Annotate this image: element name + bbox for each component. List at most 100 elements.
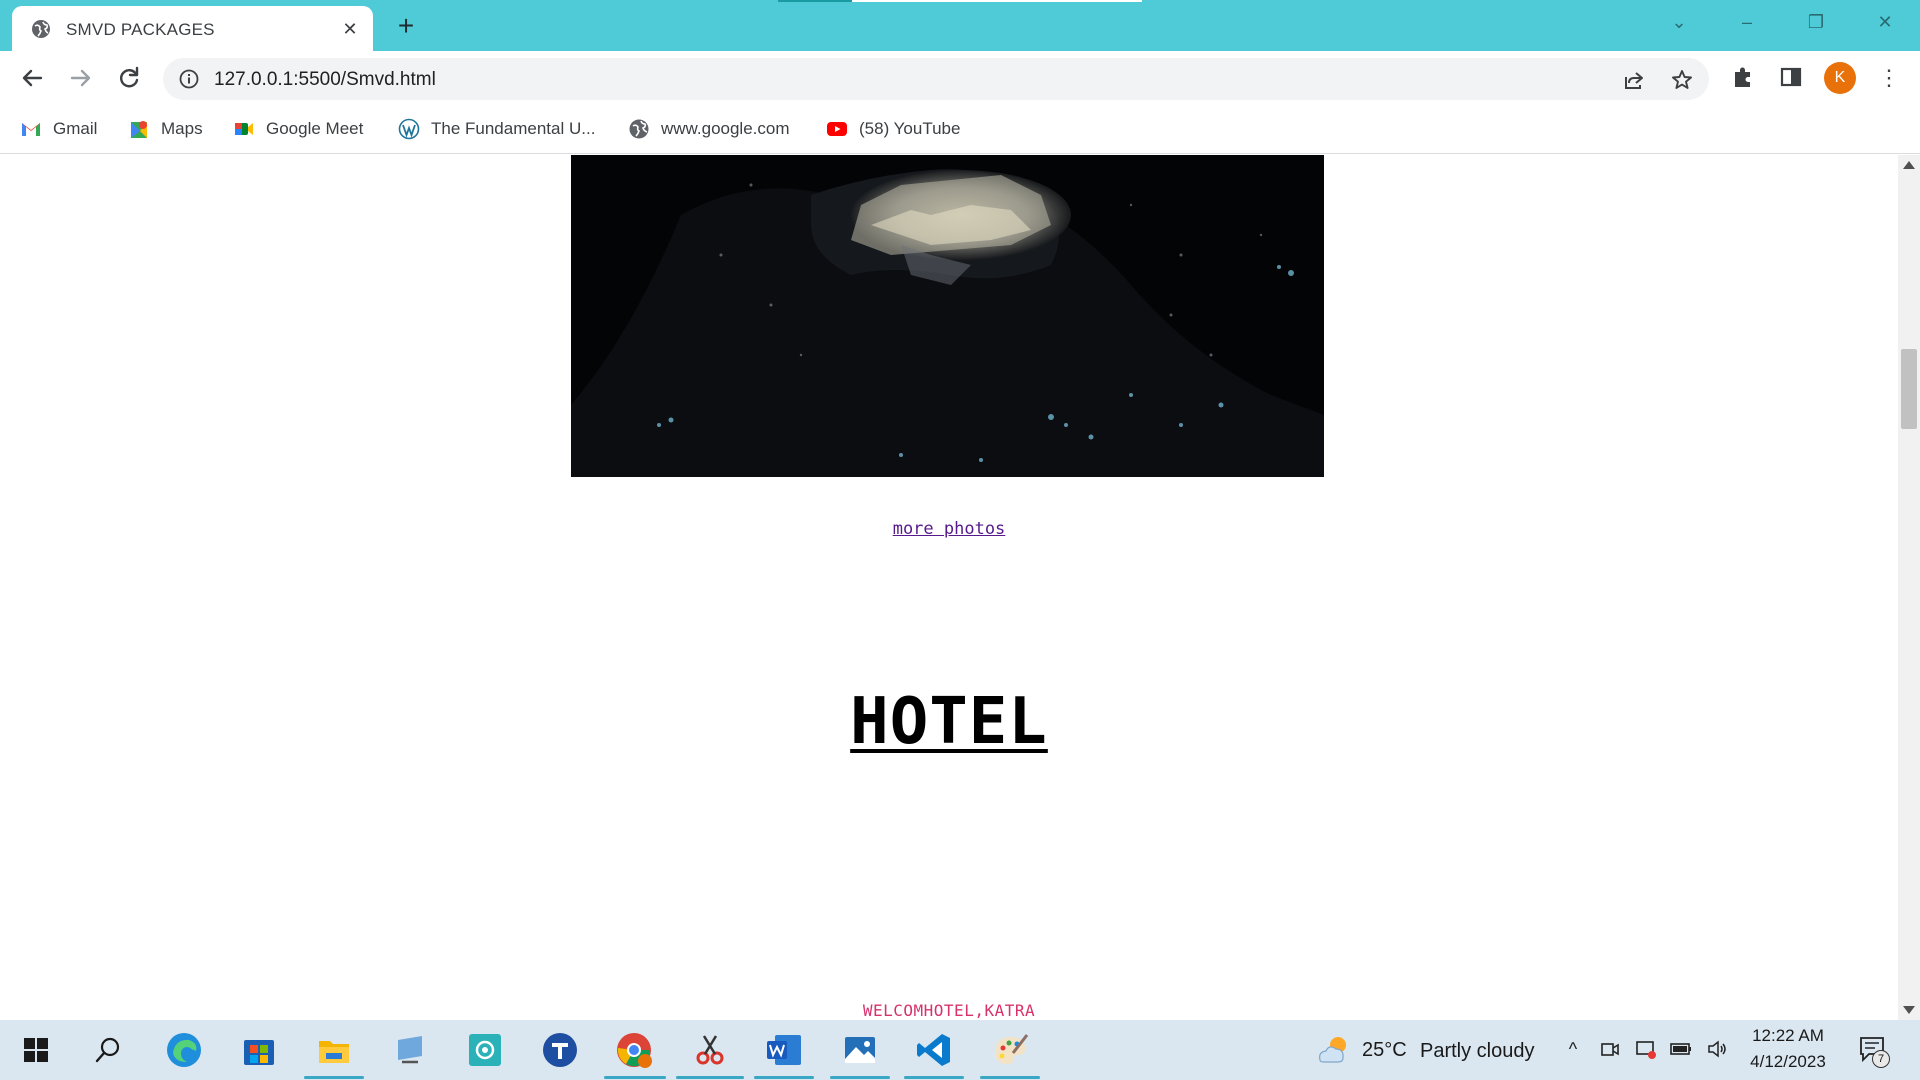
tab-loading-indicator <box>778 0 852 2</box>
taskbar-edge[interactable] <box>164 1030 204 1070</box>
temple-night-photo <box>571 155 1324 477</box>
bookmark-maps[interactable]: Maps <box>128 116 203 142</box>
profile-avatar[interactable]: K <box>1824 62 1856 94</box>
taskbar-vscode[interactable] <box>914 1030 954 1070</box>
side-panel-icon[interactable] <box>1778 64 1804 90</box>
bookmark-label: The Fundamental U... <box>431 119 596 138</box>
store-icon <box>244 1040 274 1065</box>
extensions-puzzle-icon[interactable] <box>1730 64 1756 90</box>
battery-icon[interactable] <box>1670 1038 1692 1060</box>
bookmark-label: www.google.com <box>661 119 790 138</box>
scrollbar-thumb[interactable] <box>1901 349 1917 429</box>
scroll-up-arrow-icon[interactable] <box>1903 161 1915 169</box>
browser-title-bar: SMVD PACKAGES ✕ + ⌄ – ❐ ✕ <box>0 0 1920 51</box>
globe-icon <box>32 20 50 38</box>
taskbar-paint[interactable] <box>990 1030 1030 1070</box>
chrome-icon <box>617 1033 652 1068</box>
photos-icon <box>845 1037 875 1063</box>
bookmarks-bar: Gmail Maps Google Meet The Fundamental U… <box>0 106 1920 154</box>
file-explorer-icon <box>319 1041 349 1063</box>
restore-button[interactable]: ❐ <box>1801 10 1831 34</box>
bookmark-label: Maps <box>161 119 203 138</box>
site-info-icon[interactable] <box>179 69 199 89</box>
snipping-tool-icon <box>696 1035 724 1065</box>
bookmark-gmail[interactable]: Gmail <box>20 116 97 142</box>
bookmark-google[interactable]: www.google.com <box>628 116 790 142</box>
browser-menu-icon[interactable]: ⋮ <box>1878 62 1900 94</box>
meet-now-icon[interactable] <box>1599 1038 1621 1060</box>
close-tab-icon[interactable]: ✕ <box>338 17 362 41</box>
active-app-indicator <box>830 1076 890 1079</box>
globe-icon <box>629 119 649 139</box>
bookmark-label: Gmail <box>53 119 98 138</box>
weather-temperature[interactable]: 25°C <box>1362 1039 1407 1062</box>
taskbar-teams[interactable] <box>540 1030 580 1070</box>
word-icon <box>767 1035 801 1065</box>
partly-cloudy-icon[interactable] <box>1314 1032 1354 1068</box>
taskbar-camera-app[interactable] <box>465 1030 505 1070</box>
bookmark-google-meet[interactable]: Google Meet <box>233 116 363 142</box>
vscode-icon <box>917 1034 950 1066</box>
clock-date[interactable]: 4/12/2023 <box>1742 1052 1834 1072</box>
search-icon <box>95 1037 120 1063</box>
scroll-down-arrow-icon[interactable] <box>1903 1006 1915 1014</box>
bookmark-star-icon[interactable] <box>1670 68 1694 92</box>
volume-icon[interactable] <box>1706 1038 1728 1060</box>
bookmark-fundamental[interactable]: The Fundamental U... <box>398 116 595 142</box>
share-icon[interactable] <box>1622 68 1646 92</box>
taskbar-chrome[interactable] <box>614 1030 654 1070</box>
bookmark-youtube[interactable]: (58) YouTube <box>826 116 960 142</box>
weather-description[interactable]: Partly cloudy <box>1420 1040 1535 1063</box>
bookmark-label: (58) YouTube <box>859 119 961 138</box>
taskbar-file-explorer[interactable] <box>314 1030 354 1070</box>
address-bar[interactable]: 127.0.0.1:5500/Smvd.html <box>163 58 1709 100</box>
security-alert-icon[interactable] <box>1635 1038 1657 1060</box>
close-window-button[interactable]: ✕ <box>1870 10 1900 34</box>
active-app-indicator <box>676 1076 744 1079</box>
teams-icon <box>543 1033 577 1067</box>
start-button[interactable] <box>16 1030 56 1070</box>
temple-photo-image <box>571 155 1324 477</box>
notification-count-badge: 7 <box>1872 1050 1890 1068</box>
meet-icon <box>235 123 253 135</box>
active-app-indicator <box>980 1076 1040 1079</box>
active-app-indicator <box>304 1076 364 1079</box>
windows-taskbar: 25°C Partly cloudy ^ 12:22 AM 4/12/2023 … <box>0 1020 1920 1080</box>
url-text[interactable]: 127.0.0.1:5500/Smvd.html <box>214 69 436 91</box>
page-scrollbar[interactable] <box>1898 155 1920 1020</box>
paint-icon <box>995 1034 1029 1064</box>
hotel-name-text: WELCOMHOTEL,KATRA <box>862 1001 1036 1020</box>
browser-tab-active[interactable]: SMVD PACKAGES ✕ <box>12 6 373 51</box>
reload-icon[interactable] <box>114 63 144 93</box>
wordpress-icon <box>398 118 420 140</box>
taskbar-word[interactable] <box>764 1030 804 1070</box>
gmail-icon <box>22 123 40 136</box>
taskbar-remote-desktop[interactable] <box>390 1030 430 1070</box>
minimize-button[interactable]: – <box>1732 10 1762 34</box>
browser-toolbar: 127.0.0.1:5500/Smvd.html <box>0 51 1920 106</box>
taskbar-store[interactable] <box>239 1030 279 1070</box>
back-arrow-icon[interactable] <box>17 63 47 93</box>
taskbar-photos[interactable] <box>840 1030 880 1070</box>
taskbar-snipping-tool[interactable] <box>690 1030 730 1070</box>
active-app-indicator <box>604 1076 666 1079</box>
page-viewport: more photos HOTEL WELCOMHOTEL,KATRA <box>0 155 1898 1020</box>
forward-arrow-icon[interactable] <box>66 63 96 93</box>
active-app-indicator <box>904 1076 964 1079</box>
bookmark-label: Google Meet <box>266 119 364 138</box>
edge-icon <box>167 1033 201 1067</box>
tab-search-button[interactable]: ⌄ <box>1664 10 1694 34</box>
show-hidden-icons-chevron-up-icon[interactable]: ^ <box>1562 1038 1584 1060</box>
youtube-icon <box>827 122 847 136</box>
more-photos-link[interactable]: more photos <box>0 519 1898 539</box>
remote-desktop-icon <box>398 1036 422 1064</box>
taskbar-search-button[interactable] <box>88 1030 128 1070</box>
new-tab-button[interactable]: + <box>392 12 420 40</box>
windows-logo-icon <box>24 1038 48 1062</box>
active-app-indicator <box>754 1076 814 1079</box>
teams-camera-icon <box>469 1034 501 1066</box>
tab-loading-track <box>852 0 1142 2</box>
hotel-heading: HOTEL <box>850 685 1048 759</box>
maps-icon <box>131 121 147 138</box>
clock-time[interactable]: 12:22 AM <box>1748 1026 1828 1046</box>
